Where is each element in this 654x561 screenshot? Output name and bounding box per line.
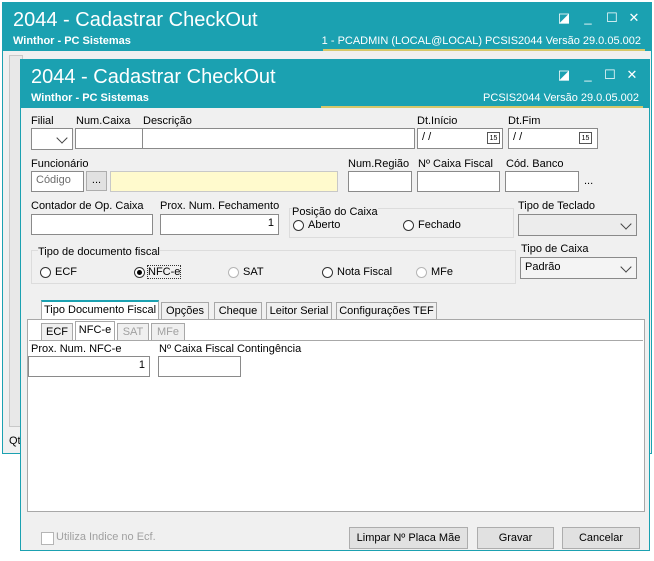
subtab-line [29, 340, 643, 341]
checkbox-utiliza-indice[interactable] [41, 532, 54, 545]
posicao-label: Posição do Caixa [292, 206, 378, 218]
nfce-option-label: NFC-e [146, 265, 182, 279]
subtab-ecf[interactable]: ECF [41, 323, 73, 341]
restore-icon[interactable]: ◪ [557, 11, 571, 25]
cancelar-button[interactable]: Cancelar [562, 527, 640, 549]
sat-option-label: SAT [243, 266, 264, 278]
proxnum-input[interactable]: 1 [160, 214, 279, 235]
aberto-radio[interactable] [293, 220, 304, 231]
main-titlebar: 2044 - Cadastrar CheckOut Winthor - PC S… [21, 60, 649, 108]
background-qt-label: Qt [9, 435, 21, 447]
dtfim-label: Dt.Fim [508, 115, 541, 127]
ecf-option-label: ECF [55, 266, 77, 278]
descricao-input[interactable] [142, 128, 415, 149]
calendar-icon[interactable]: 15 [487, 132, 500, 144]
tab-configuracoes-tef[interactable]: Configurações TEF [336, 302, 437, 320]
utiliza-indice-label: Utiliza Indice no Ecf. [56, 531, 156, 543]
close-icon[interactable]: ✕ [625, 68, 639, 82]
codigo-placeholder: Código [36, 174, 71, 186]
fechado-label: Fechado [418, 219, 461, 231]
minimize-icon[interactable]: _ [581, 68, 595, 82]
minimize-icon[interactable]: _ [581, 11, 595, 25]
numcaixa-label: Num.Caixa [76, 115, 131, 127]
proxnum-nfce-label: Prox. Num. NFC-e [31, 343, 122, 355]
doc-fiscal-label: Tipo de documento fiscal [38, 246, 160, 258]
nota-fiscal-option-label: Nota Fiscal [337, 266, 393, 278]
tipocaixa-label: Tipo de Caixa [521, 243, 589, 255]
calendar-icon[interactable]: 15 [579, 132, 592, 144]
gravar-button[interactable]: Gravar [477, 527, 554, 549]
teclado-select[interactable] [518, 214, 637, 236]
numregiao-label: Num.Região [348, 158, 410, 170]
tab-cheque[interactable]: Cheque [214, 302, 262, 320]
contingencia-label: Nº Caixa Fiscal Contingência [159, 343, 302, 355]
tab-opcoes[interactable]: Opções [161, 302, 209, 320]
tipocaixa-select[interactable]: Padrão [520, 257, 637, 279]
codbanco-label: Cód. Banco [506, 158, 564, 170]
filial-label: Filial [31, 115, 54, 127]
sat-radio[interactable] [228, 267, 239, 278]
funcionario-code-input[interactable]: Código [31, 171, 84, 192]
funcionario-lookup-button[interactable]: ... [86, 171, 107, 191]
proxnum-value: 1 [267, 217, 274, 229]
filial-select[interactable] [31, 128, 73, 150]
window-subtitle: Winthor - PC Sistemas [31, 92, 149, 104]
descricao-label: Descrição [143, 115, 192, 127]
mfe-radio[interactable] [416, 267, 427, 278]
chevron-down-icon [620, 261, 632, 273]
window-status: PCSIS2044 Versão 29.0.05.002 [483, 92, 639, 104]
ecf-radio[interactable] [40, 267, 51, 278]
contador-label: Contador de Op. Caixa [31, 200, 144, 212]
numcaixa-input[interactable] [75, 128, 143, 149]
chevron-down-icon [56, 132, 68, 144]
background-window-subtitle: Winthor - PC Sistemas [13, 35, 131, 47]
dtfim-value: / / [513, 131, 523, 143]
teclado-label: Tipo de Teclado [518, 200, 596, 212]
title-underline [321, 106, 643, 108]
mfe-option-label: MFe [431, 266, 453, 278]
background-window-status: 1 - PCADMIN (LOCAL@LOCAL) PCSIS2044 Vers… [321, 35, 641, 47]
background-window-title: 2044 - Cadastrar CheckOut [13, 9, 258, 31]
tab-leitor-serial[interactable]: Leitor Serial [266, 302, 332, 320]
numregiao-input[interactable] [348, 171, 412, 192]
tab-tipo-documento-fiscal[interactable]: Tipo Documento Fiscal [41, 300, 159, 320]
codbanco-lookup[interactable]: ... [584, 175, 593, 187]
chevron-down-icon [620, 218, 632, 230]
nfce-radio[interactable] [134, 267, 145, 278]
main-window: 2044 - Cadastrar CheckOut Winthor - PC S… [20, 59, 650, 551]
codbanco-input[interactable] [505, 171, 579, 192]
window-title: 2044 - Cadastrar CheckOut [31, 66, 276, 88]
dtinicio-label: Dt.Início [417, 115, 458, 127]
background-titlebar: 2044 - Cadastrar CheckOut Winthor - PC S… [3, 3, 651, 51]
ncaixafiscal-input[interactable] [417, 171, 500, 192]
limpar-placa-button[interactable]: Limpar Nº Placa Mãe [349, 527, 468, 549]
contingencia-input[interactable] [158, 356, 241, 377]
dtinicio-value: / / [422, 131, 432, 143]
proxnum-label: Prox. Num. Fechamento [160, 200, 280, 212]
funcionario-name-field [110, 171, 338, 192]
background-title-underline [323, 49, 645, 51]
subtab-mfe[interactable]: MFe [151, 323, 185, 341]
aberto-label: Aberto [308, 219, 341, 231]
tipocaixa-value: Padrão [525, 261, 561, 273]
proxnum-nfce-value: 1 [138, 359, 145, 371]
subtab-nfce[interactable]: NFC-e [75, 321, 115, 341]
maximize-icon[interactable]: ☐ [603, 68, 617, 82]
nota-fiscal-radio[interactable] [322, 267, 333, 278]
fechado-radio[interactable] [403, 220, 414, 231]
contador-input[interactable] [31, 214, 153, 235]
restore-icon[interactable]: ◪ [557, 68, 571, 82]
close-icon[interactable]: ✕ [627, 11, 641, 25]
proxnum-nfce-input[interactable]: 1 [28, 356, 150, 377]
funcionario-label: Funcionário [31, 158, 89, 170]
maximize-icon[interactable]: ☐ [605, 11, 619, 25]
subtab-sat[interactable]: SAT [117, 323, 149, 341]
ncaixafiscal-label: Nº Caixa Fiscal [418, 158, 493, 170]
